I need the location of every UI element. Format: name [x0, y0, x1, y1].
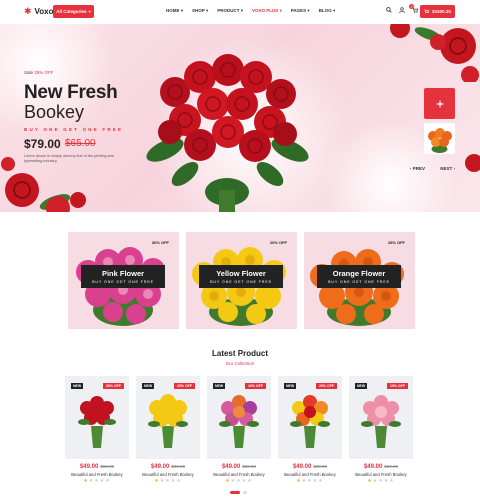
- product-card[interactable]: NEW 20% OFF $49.00 $80.00 Beautiful and F…: [136, 376, 200, 484]
- cart-count-badge: 2: [409, 4, 414, 9]
- product-rating: ★★★★★: [154, 478, 182, 484]
- banner-label: Orange Flower BUY ONE GET ONE FREE: [317, 265, 401, 288]
- next-button[interactable]: NEXT ›: [440, 166, 455, 171]
- banner-title: Pink Flower: [101, 269, 145, 278]
- nav-home[interactable]: HOME ▾: [166, 8, 183, 14]
- new-badge: NEW: [213, 383, 226, 389]
- new-badge: NEW: [142, 383, 155, 389]
- product-rating: ★★★★★: [367, 478, 395, 484]
- product-image-box[interactable]: NEW 10% OFF: [207, 376, 271, 459]
- hero-sale-text: Sale 35% OFF: [24, 70, 54, 75]
- category-banners: 30% OFF Pink Flower BUY ONE GET ONE FREE…: [68, 232, 415, 329]
- banner-discount: 25% OFF: [387, 240, 405, 245]
- prev-button[interactable]: ‹ PREV: [410, 166, 425, 171]
- product-name[interactable]: Beautiful and Fresh Bookey: [207, 472, 271, 477]
- banner-title: Orange Flower: [332, 269, 386, 278]
- product-rating: ★★★★★: [225, 478, 253, 484]
- hero-title: New Fresh: [24, 82, 118, 103]
- banner-orange-flower[interactable]: 25% OFF Orange Flower BUY ONE GET ONE FR…: [304, 232, 415, 329]
- corner-roses-bottom-left: [1, 157, 86, 212]
- product-name[interactable]: Beautiful and Fresh Bookey: [278, 472, 342, 477]
- banner-subtitle: BUY ONE GET ONE FREE: [328, 280, 390, 284]
- banner-subtitle: BUY ONE GET ONE FREE: [92, 280, 154, 284]
- banner-discount: 30% OFF: [151, 240, 169, 245]
- slider-nav: ‹ PREV NEXT ›: [410, 166, 455, 171]
- product-image-box[interactable]: NEW 10% OFF: [349, 376, 413, 459]
- nav-shop[interactable]: SHOP ▾: [192, 8, 208, 14]
- hero-old-price: $65.00: [65, 138, 96, 149]
- discount-badge: 30% OFF: [103, 383, 124, 389]
- all-categories-button[interactable]: All Categories ▾: [53, 5, 94, 18]
- hero-offer: BUY ONE GET ONE FREE: [24, 127, 124, 132]
- product-card[interactable]: NEW 20% OFF $49.00 $80.00 Beautiful and F…: [278, 376, 342, 484]
- product-image-box[interactable]: NEW 30% OFF: [65, 376, 129, 459]
- product-card[interactable]: NEW 30% OFF $49.00 $80.00 Beautiful and F…: [65, 376, 129, 484]
- banner-title: Yellow Flower: [216, 269, 266, 278]
- product-rating: ★★★★★: [83, 478, 111, 484]
- product-name[interactable]: Beautiful and Fresh Bookey: [136, 472, 200, 477]
- section-subtitle: Our Collection: [225, 361, 255, 366]
- product-price: $49.00 $80.00: [79, 464, 115, 470]
- corner-roses-top-right: [390, 24, 479, 82]
- user-icon[interactable]: [399, 7, 405, 13]
- cart-total: $1500.25: [432, 9, 451, 14]
- section-title: Latest Product: [211, 349, 268, 358]
- close-icon: [436, 100, 443, 107]
- corner-rose-right: [465, 154, 480, 172]
- cart-icon: [424, 9, 430, 13]
- search-icon[interactable]: [386, 7, 392, 13]
- carousel-dot-active[interactable]: [230, 491, 240, 494]
- nav-blog[interactable]: BLOG ▾: [319, 8, 336, 14]
- banner-label: Yellow Flower BUY ONE GET ONE FREE: [199, 265, 283, 288]
- banner-yellow-flower[interactable]: 20% OFF Yellow Flower BUY ONE GET ONE FR…: [186, 232, 297, 329]
- carousel-dot[interactable]: [243, 491, 247, 494]
- hero-bouquet-image: [146, 54, 309, 212]
- carousel-dots: [230, 491, 247, 494]
- discount-badge: 10% OFF: [387, 383, 408, 389]
- banner-pink-flower[interactable]: 30% OFF Pink Flower BUY ONE GET ONE FREE: [68, 232, 179, 329]
- discount-badge: 20% OFF: [316, 383, 337, 389]
- main-nav: HOME ▾ SHOP ▾ PRODUCT ▾ VOXO PLUS ▾ PAGE…: [166, 8, 335, 14]
- logo[interactable]: ✱ Voxo: [24, 6, 54, 17]
- hero-price: $79.00: [24, 137, 61, 151]
- product-price: $49.00 $80.00: [363, 464, 399, 470]
- new-badge: NEW: [355, 383, 368, 389]
- product-card[interactable]: NEW 10% OFF $49.00 $80.00 Beautiful and F…: [207, 376, 271, 484]
- slider-thumbnail-orange[interactable]: [424, 123, 455, 154]
- slider-thumbnail-active[interactable]: [424, 88, 455, 119]
- product-list: NEW 30% OFF $49.00 $80.00 Beautiful and F…: [65, 376, 413, 484]
- logo-star-icon: ✱: [24, 6, 32, 16]
- nav-product[interactable]: PRODUCT ▾: [217, 8, 243, 14]
- product-image-box[interactable]: NEW 20% OFF: [278, 376, 342, 459]
- product-card[interactable]: NEW 10% OFF $49.00 $80.00 Beautiful and F…: [349, 376, 413, 484]
- product-name[interactable]: Beautiful and Fresh Bookey: [349, 472, 413, 477]
- nav-voxo-plus[interactable]: VOXO PLUS ▾: [252, 8, 282, 14]
- product-price: $49.00 $80.00: [150, 464, 186, 470]
- banner-subtitle: BUY ONE GET ONE FREE: [210, 280, 272, 284]
- nav-pages[interactable]: PAGES ▾: [291, 8, 310, 14]
- hero-subtitle: Bookey: [24, 102, 85, 122]
- banner-label: Pink Flower BUY ONE GET ONE FREE: [81, 265, 165, 288]
- discount-badge: 20% OFF: [174, 383, 195, 389]
- new-badge: NEW: [284, 383, 297, 389]
- cart-total-button[interactable]: $1500.25: [420, 5, 455, 18]
- chevron-down-icon: ▾: [88, 8, 91, 14]
- logo-text: Voxo: [34, 7, 54, 16]
- product-name[interactable]: Beautiful and Fresh Bookey: [65, 472, 129, 477]
- banner-discount: 20% OFF: [269, 240, 287, 245]
- product-price: $49.00 $80.00: [221, 464, 257, 470]
- header: ✱ Voxo All Categories ▾ HOME ▾ SHOP ▾ PR…: [0, 0, 480, 24]
- new-badge: NEW: [71, 383, 84, 389]
- latest-product-heading: Latest Product Our Collection: [0, 349, 480, 366]
- all-categories-label: All Categories: [56, 9, 87, 14]
- discount-badge: 10% OFF: [245, 383, 266, 389]
- hero-slider: Sale 35% OFF New Fresh Bookey BUY ONE GE…: [0, 24, 480, 212]
- product-price: $49.00 $80.00: [292, 464, 328, 470]
- product-image-box[interactable]: NEW 20% OFF: [136, 376, 200, 459]
- product-rating: ★★★★★: [296, 478, 324, 484]
